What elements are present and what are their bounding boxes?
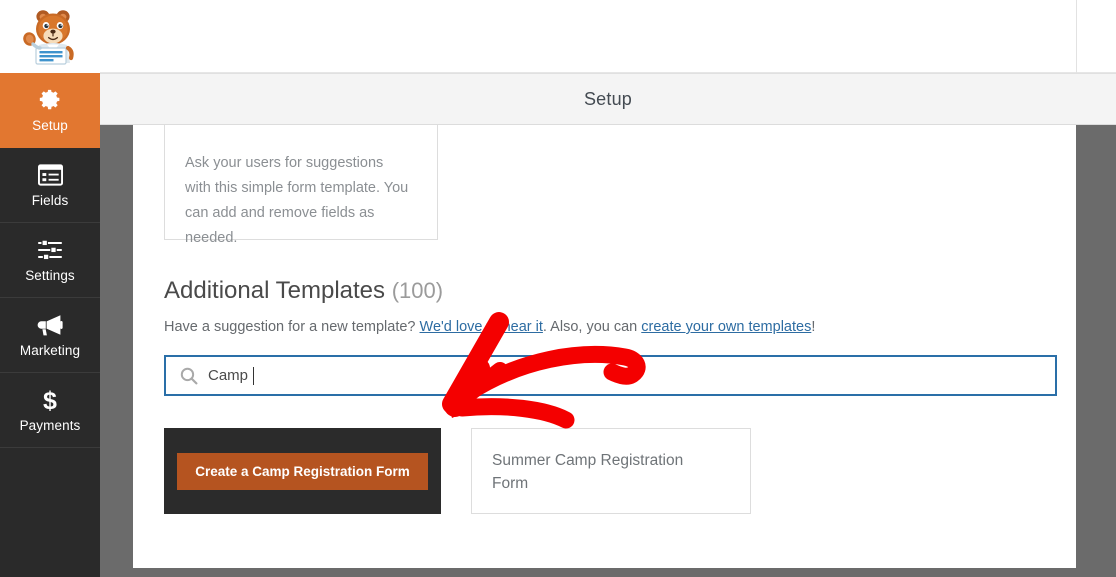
sidebar-item-settings[interactable]: Settings xyxy=(0,223,100,298)
sidebar-item-label: Settings xyxy=(25,268,75,284)
template-card[interactable]: Summer Camp Registration Form xyxy=(471,428,751,514)
sidebar-item-marketing[interactable]: Marketing xyxy=(0,298,100,373)
template-card-title: Summer Camp Registration Form xyxy=(492,452,684,492)
hear-it-link[interactable]: We'd love to hear it xyxy=(420,319,543,335)
template-count: (100) xyxy=(391,278,444,303)
sidebar-item-label: Setup xyxy=(32,118,68,134)
sidebar-item-label: Marketing xyxy=(19,343,81,359)
form-builder-app: Setup Fields Settings Marketing $ Paymen… xyxy=(0,0,1116,577)
template-results: Create a Camp Registration Form Summer C… xyxy=(164,428,1054,518)
search-input-value: Camp xyxy=(208,367,253,384)
list-form-icon xyxy=(37,162,63,188)
header-divider xyxy=(1076,0,1077,73)
text-caret xyxy=(253,366,255,385)
suggestion-line: Have a suggestion for a new template? We… xyxy=(164,319,815,335)
sidebar: Setup Fields Settings Marketing $ Paymen… xyxy=(0,0,100,577)
create-camp-registration-form-button[interactable]: Create a Camp Registration Form xyxy=(177,452,428,490)
content-panel: Ask your users for suggestions with this… xyxy=(133,125,1076,568)
header-bar xyxy=(100,0,1116,73)
dollar-sign-icon: $ xyxy=(39,387,61,414)
template-card-hovered[interactable]: Create a Camp Registration Form xyxy=(164,428,441,514)
template-description-card[interactable]: Ask your users for suggestions with this… xyxy=(164,125,438,246)
svg-text:$: $ xyxy=(43,387,57,414)
page-title: Setup xyxy=(583,88,633,109)
section-heading-text: Additional Templates xyxy=(164,277,386,304)
sidebar-nav: Setup Fields Settings Marketing $ Paymen… xyxy=(0,73,100,448)
search-icon xyxy=(180,367,198,385)
sidebar-item-label: Fields xyxy=(31,193,69,209)
create-own-templates-link[interactable]: create your own templates xyxy=(641,319,811,335)
sliders-icon xyxy=(37,237,63,263)
wpforms-mascot-bear-icon xyxy=(23,9,74,65)
megaphone-icon xyxy=(36,312,64,338)
sidebar-item-label: Payments xyxy=(19,418,81,434)
gear-icon xyxy=(38,87,63,113)
suggestion-middle-text: . Also, you can xyxy=(542,319,642,335)
template-description-text: Ask your users for suggestions with this… xyxy=(185,155,409,246)
suggestion-prefix-text: Have a suggestion for a new template? xyxy=(164,319,420,335)
page-header: Setup xyxy=(100,73,1116,125)
section-heading: Additional Templates (100) xyxy=(164,277,443,305)
sidebar-item-setup[interactable]: Setup xyxy=(0,73,100,148)
sidebar-item-fields[interactable]: Fields xyxy=(0,148,100,223)
brand-logo[interactable] xyxy=(0,0,100,73)
suggestion-suffix-text: ! xyxy=(811,319,816,335)
sidebar-item-payments[interactable]: $ Payments xyxy=(0,373,100,448)
search-input[interactable]: Camp xyxy=(164,355,1057,396)
